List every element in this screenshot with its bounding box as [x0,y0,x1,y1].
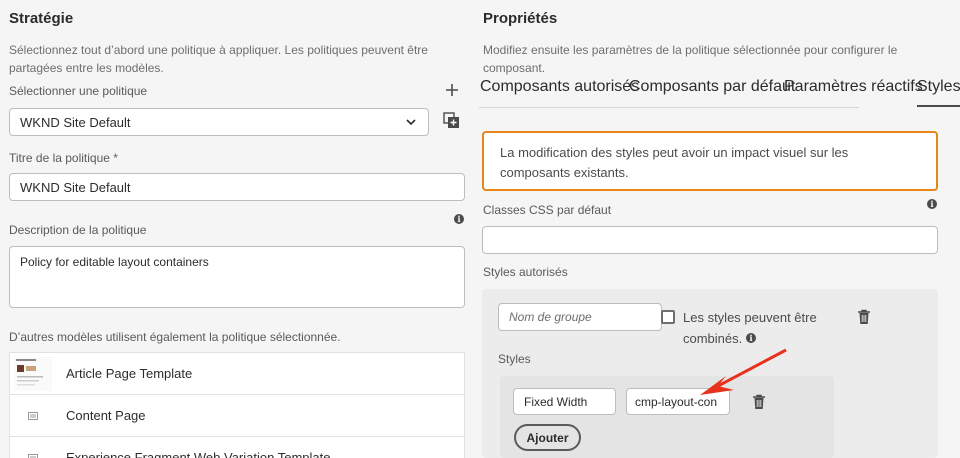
add-policy-icon[interactable] [444,82,460,98]
policy-description-value: Policy for editable layout containers [20,255,209,269]
active-tab-indicator [917,105,960,107]
tab-styles[interactable]: Styles [917,78,960,96]
annotation-arrow-icon [700,348,787,395]
group-name-placeholder: Nom de groupe [509,310,592,324]
template-name: Article Page Template [66,366,193,381]
combine-styles-label: Les styles peuvent être [683,310,817,325]
policy-select-value: WKND Site Default [20,114,131,130]
tabs-divider [479,107,859,108]
style-name-input[interactable]: Fixed Width [513,388,616,415]
tab-responsive-settings[interactable]: Paramètres réactifs [784,78,923,96]
allowed-styles-label: Styles autorisés [483,265,568,279]
templates-list: Article Page Template Content Page Exper… [9,352,465,458]
css-classes-input[interactable] [482,226,938,254]
styles-label: Styles [498,352,531,366]
group-name-input[interactable]: Nom de groupe [498,303,662,331]
select-policy-label: Sélectionner une politique [9,84,148,98]
policy-description-label: Description de la politique [9,223,147,237]
template-name: Experience Fragment Web Variation Templa… [66,450,331,458]
delete-group-icon[interactable] [857,309,871,325]
page-icon [10,411,56,420]
policy-title-label: Titre de la politique * [9,151,118,165]
info-icon[interactable]: i [927,199,937,209]
list-item[interactable]: Article Page Template [10,353,464,395]
duplicate-policy-icon[interactable] [443,112,460,129]
strategy-help: Sélectionnez tout d’abord une politique … [9,43,428,75]
info-icon[interactable]: i [454,214,464,224]
warning-alert: La modification des styles peut avoir un… [482,131,938,191]
tab-default-components[interactable]: Composants par défaut [629,78,795,96]
policy-title-value: WKND Site Default [20,179,131,195]
properties-title: Propriétés [483,10,558,27]
template-name: Content Page [66,408,146,423]
template-thumbnail [10,356,56,391]
style-name-value: Fixed Width [524,394,588,409]
chevron-down-icon [406,119,416,126]
policy-select[interactable]: WKND Site Default [9,108,429,136]
page-icon [10,453,56,458]
list-item[interactable]: Content Page [10,395,464,437]
properties-help: Modifiez ensuite les paramètres de la po… [483,43,898,75]
add-style-button[interactable]: Ajouter [514,424,581,451]
combine-styles-checkbox[interactable] [661,310,675,324]
other-templates-label: D’autres modèles utilisent également la … [9,330,341,344]
tab-allowed-components[interactable]: Composants autorisés [480,78,639,96]
strategy-title: Stratégie [9,10,74,27]
css-classes-label: Classes CSS par défaut [483,203,612,217]
policy-title-input[interactable]: WKND Site Default [9,173,465,201]
policy-description-textarea[interactable]: Policy for editable layout containers [9,246,465,308]
list-item[interactable]: Experience Fragment Web Variation Templa… [10,437,464,458]
